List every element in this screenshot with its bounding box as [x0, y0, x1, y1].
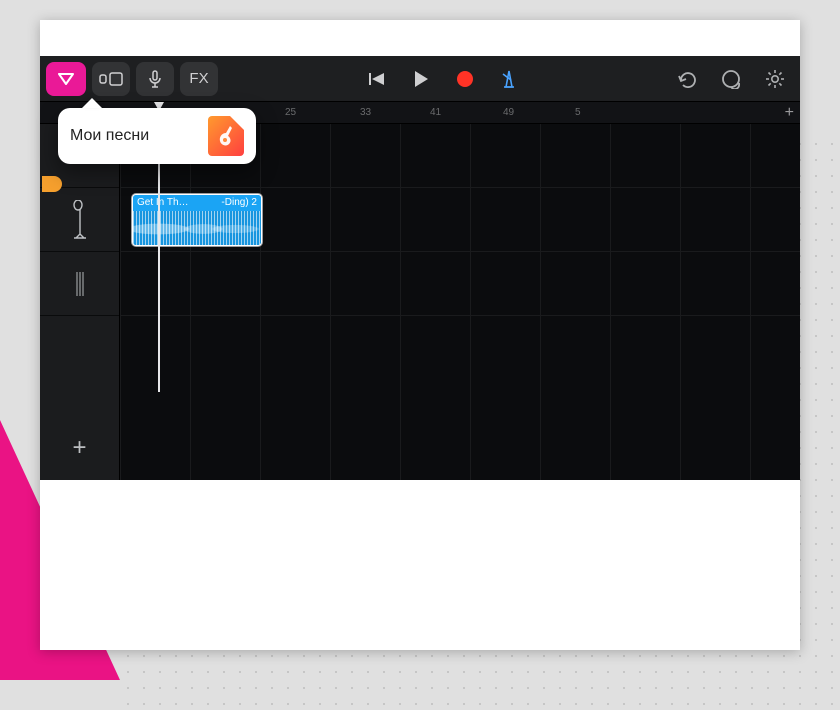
metronome-button[interactable]	[490, 62, 528, 96]
mic-stand-icon	[69, 200, 91, 240]
view-button[interactable]	[92, 62, 130, 96]
plus-icon: +	[72, 434, 86, 462]
fx-label: FX	[189, 70, 208, 87]
ruler-tick: 5	[575, 107, 581, 118]
clip-title: Get In Th… -Ding) 2	[133, 195, 261, 211]
garageband-file-icon	[208, 116, 244, 156]
undo-button[interactable]	[668, 62, 706, 96]
rewind-button[interactable]	[358, 62, 396, 96]
ruler-tick: 25	[285, 107, 296, 118]
ruler-tick: 41	[430, 107, 441, 118]
region-marker[interactable]	[42, 176, 62, 192]
ruler-add-section[interactable]: +	[785, 104, 794, 122]
track-row-2[interactable]	[120, 252, 800, 316]
toolbar: FX	[40, 56, 800, 102]
track-row-1[interactable]: Get In Th… -Ding) 2	[120, 188, 800, 252]
add-track-button[interactable]: +	[40, 316, 119, 480]
timeline[interactable]: Get In Th… -Ding) 2	[120, 124, 800, 480]
audio-clip[interactable]: Get In Th… -Ding) 2	[132, 194, 262, 246]
grip-icon	[74, 270, 86, 298]
garageband-app: FX	[40, 56, 800, 480]
track-header-audio[interactable]	[40, 188, 119, 252]
ruler-tick: 33	[360, 107, 371, 118]
ruler-tick: 49	[503, 107, 514, 118]
fx-button[interactable]: FX	[180, 62, 218, 96]
guitar-icon	[216, 123, 236, 149]
tracks-area: + Get In Th… -Ding) 2	[40, 124, 800, 480]
popover-label: Мои песни	[70, 127, 196, 145]
mic-input-button[interactable]	[136, 62, 174, 96]
device-frame: FX	[40, 20, 800, 650]
settings-button[interactable]	[756, 62, 794, 96]
track-header-empty[interactable]	[40, 252, 119, 316]
my-songs-popover[interactable]: Мои песни	[58, 108, 256, 164]
record-button[interactable]	[446, 62, 484, 96]
clip-name-left: Get In Th…	[137, 195, 189, 211]
loop-button[interactable]	[712, 62, 750, 96]
clip-waveform	[133, 211, 261, 246]
browser-button[interactable]	[46, 62, 86, 96]
clip-name-right: -Ding) 2	[221, 195, 257, 211]
record-icon	[457, 71, 473, 87]
play-button[interactable]	[402, 62, 440, 96]
